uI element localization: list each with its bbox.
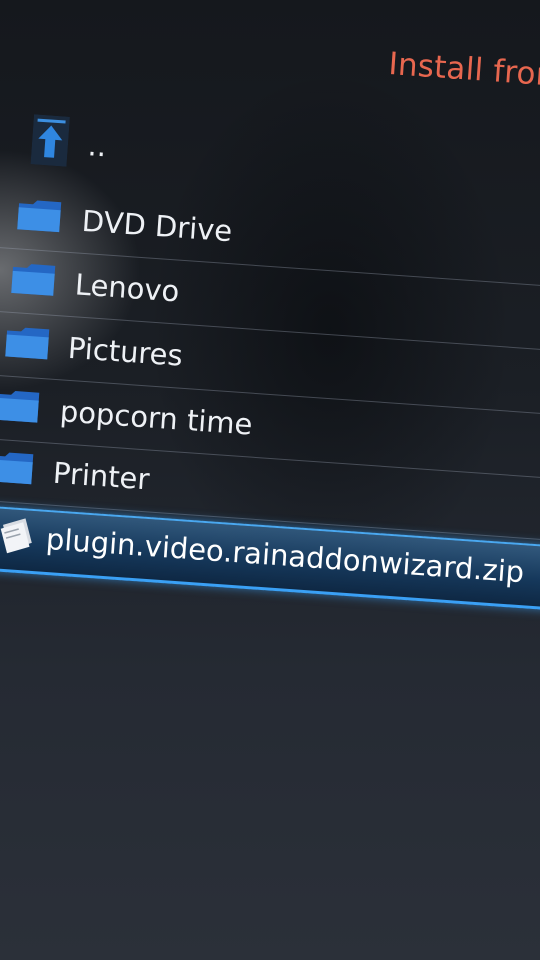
list-item-label: Printer: [51, 455, 151, 497]
list-item-label: ..: [86, 128, 108, 164]
list-item-label: Pictures: [66, 330, 184, 373]
folder-icon: [9, 261, 57, 298]
list-item-label: popcorn time: [58, 394, 254, 442]
list-item-label: Lenovo: [73, 267, 181, 309]
zip-file-icon: [0, 515, 40, 562]
kodi-file-browser-screen: Install fror .. DVD Drive Lenovo Picture…: [0, 0, 540, 960]
parent-folder-up-icon: [30, 114, 70, 167]
folder-icon: [15, 197, 63, 234]
file-list: .. DVD Drive Lenovo Pictures popcorn tim…: [0, 0, 540, 960]
list-item-label: DVD Drive: [80, 203, 234, 249]
folder-icon: [0, 388, 41, 425]
folder-icon: [3, 324, 51, 361]
folder-icon: [0, 449, 35, 486]
